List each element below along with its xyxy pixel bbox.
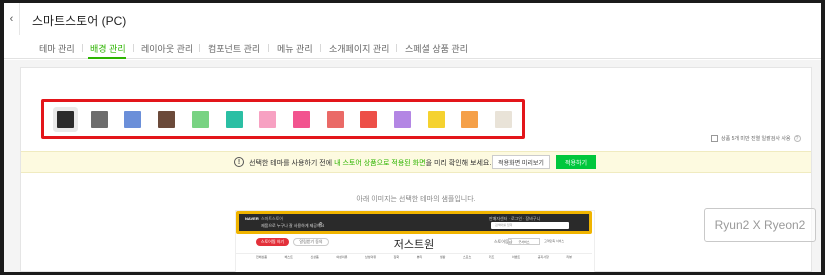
- color-swatch-11[interactable]: [394, 111, 411, 128]
- preview-menu-item: 공지사항: [537, 255, 549, 259]
- tab-separator: [198, 44, 200, 52]
- color-swatch-8[interactable]: [293, 111, 310, 128]
- preview-service-label: 고객만족 서비스: [544, 239, 565, 243]
- background-settings-panel: 상품 5개 미만 진열 일괄검사 사용 ? ! 선택한 테마를 사용하기 전에 …: [20, 67, 812, 272]
- notice-text-before: 선택한 테마를 사용하기 전에: [249, 160, 335, 167]
- preview-menu-item: 생활: [439, 255, 446, 259]
- preview-menu-item: 신상품: [310, 255, 319, 259]
- preview-menu-item: 베스트: [284, 255, 293, 259]
- theme-preview-image: NAVER 스마트스토어 판매자센터 · 로그인 · 장바구니 제품으로 누구나…: [235, 210, 595, 272]
- color-swatch-12[interactable]: [428, 111, 445, 128]
- preview-menu-item: 이벤트: [511, 255, 521, 259]
- preview-slogan: 제품으로 누구나 잘 사용하게 제공해요: [261, 223, 325, 228]
- color-palette: [41, 99, 525, 139]
- tab-separator: [395, 44, 397, 52]
- preview-caption: 아래 이미지는 선택한 테마의 샘플입니다.: [356, 196, 476, 203]
- preview-search-placeholder: 검색어를 입력: [495, 223, 513, 227]
- color-swatch-10[interactable]: [360, 111, 377, 128]
- color-swatch-5[interactable]: [192, 111, 209, 128]
- notice-text-highlight: 내 스토어 상품으로 적용된 화면: [334, 160, 426, 167]
- color-swatch-4[interactable]: [158, 111, 175, 128]
- color-swatch-6[interactable]: [226, 111, 243, 128]
- preview-menu-item: 리뷰: [566, 255, 572, 259]
- search-icon: ⌕: [319, 221, 323, 227]
- tab-1[interactable]: 테마 관리: [39, 42, 75, 55]
- preview-category-menu: 전체상품 베스트 신상품 여성의류 남성의류 잡화 뷰티 생활 스포츠 키즈 이벤트 공지사항 리뷰: [256, 255, 572, 259]
- tab-2[interactable]: 배경 관리: [90, 42, 126, 55]
- notice-text-after: 을 미리 확인해 보세요.: [425, 160, 492, 167]
- color-swatch-1[interactable]: [57, 111, 74, 128]
- notice-text: 선택한 테마를 사용하기 전에 내 스토어 상품으로 적용된 화면을 미리 확인…: [249, 158, 491, 168]
- apply-button[interactable]: 적용하기: [556, 155, 596, 169]
- preview-menu-item: 전체상품: [256, 255, 268, 259]
- tab-separator: [81, 44, 83, 52]
- preview-divider: [236, 253, 592, 254]
- tab-separator: [319, 44, 321, 52]
- preview-search-box: 검색어를 입력: [491, 222, 569, 229]
- color-swatch-13[interactable]: [461, 111, 478, 128]
- content-area: 상품 5개 미만 진열 일괄검사 사용 ? ! 선택한 테마를 사용하기 전에 …: [4, 60, 821, 272]
- preview-button[interactable]: 적용화면 미리보기: [492, 155, 550, 169]
- preview-menu-item: 키즈: [488, 255, 495, 259]
- option-checkbox[interactable]: [711, 135, 718, 142]
- color-swatch-14[interactable]: [495, 111, 512, 128]
- page-header: ‹ 스마트스토어 (PC): [4, 3, 821, 35]
- preview-menu-item: 잡화: [393, 255, 400, 259]
- question-icon[interactable]: ?: [793, 135, 801, 142]
- tab-6[interactable]: 소개페이지 관리: [329, 42, 389, 55]
- tab-4[interactable]: 컴포넌트 관리: [208, 42, 260, 55]
- chevron-left-icon: ‹: [9, 13, 14, 25]
- color-swatch-7[interactable]: [259, 111, 276, 128]
- preview-menu-item: 스포츠: [462, 255, 472, 259]
- preview-grade-badge: 굿서비스: [508, 238, 540, 245]
- option-checkbox-label: 상품 5개 미만 진열 일괄검사 사용: [721, 136, 791, 142]
- color-swatch-3[interactable]: [124, 111, 141, 128]
- tab-separator: [267, 44, 269, 52]
- preview-menu-item: 뷰티: [416, 255, 423, 259]
- preview-topbar: NAVER 스마트스토어 판매자센터 · 로그인 · 장바구니 제품으로 누구나…: [236, 211, 592, 234]
- watermark: Ryun2 X Ryeon2: [704, 208, 816, 242]
- active-tab-indicator: [88, 57, 126, 59]
- back-button[interactable]: ‹: [4, 3, 20, 35]
- tab-5[interactable]: 메뉴 관리: [277, 42, 313, 55]
- option-checkbox-row: 상품 5개 미만 진열 일괄검사 사용 ?: [711, 135, 801, 142]
- preview-menu-item: 남성의류: [364, 255, 377, 259]
- color-swatch-9[interactable]: [327, 111, 344, 128]
- naver-logo: NAVER: [245, 216, 259, 221]
- tab-3[interactable]: 레이아웃 관리: [141, 42, 193, 55]
- page-title: 스마트스토어 (PC): [32, 14, 127, 28]
- smartstore-brand: 스마트스토어: [261, 216, 284, 221]
- app-window: ‹ 스마트스토어 (PC) 테마 관리 배경 관리 레이아웃 관리 컴포넌트 관리 메뉴…: [4, 3, 821, 272]
- notice-bar: ! 선택한 테마를 사용하기 전에 내 스토어 상품으로 적용된 화면을 미리 …: [21, 151, 811, 173]
- tab-7[interactable]: 스페셜 상품 관리: [405, 42, 468, 55]
- tab-separator: [132, 44, 134, 52]
- color-swatch-2[interactable]: [91, 111, 108, 128]
- info-icon: !: [234, 157, 244, 167]
- preview-menu-item: 여성의류: [336, 255, 348, 259]
- tab-bar: 테마 관리 배경 관리 레이아웃 관리 컴포넌트 관리 메뉴 관리 소개페이지 관리 스페셜…: [4, 35, 821, 59]
